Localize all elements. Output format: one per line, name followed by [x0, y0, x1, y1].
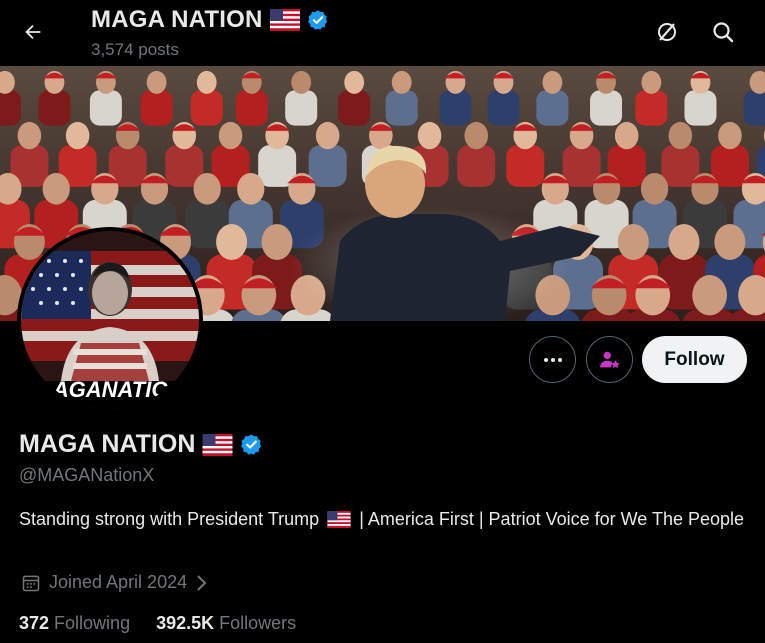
more-dots-icon — [543, 357, 562, 362]
us-flag-icon — [327, 511, 351, 528]
search-icon — [713, 22, 734, 43]
grok-button[interactable] — [648, 13, 686, 51]
chevron-right-icon — [197, 574, 207, 591]
avatar-text: AGANATIC — [52, 377, 169, 402]
person-star-icon — [599, 351, 620, 368]
followers-label: Followers — [219, 613, 297, 633]
more-button[interactable] — [529, 336, 576, 383]
posts-count: 3,574 posts — [91, 40, 179, 59]
bio-text-part1: Standing strong with President Trump — [19, 509, 320, 529]
follow-button[interactable]: Follow — [642, 336, 747, 383]
search-button[interactable] — [704, 13, 742, 51]
us-flag-icon — [269, 9, 300, 31]
joined-row[interactable]: Joined April 2024 — [21, 572, 207, 593]
header-title: MAGA NATION — [91, 6, 263, 33]
calendar-icon — [22, 575, 40, 591]
profile-header: MAGA NATION 3,574 posts — [0, 0, 765, 66]
avatar-image: AGANATIC — [21, 231, 199, 409]
profile-handle: @MAGANationX — [19, 465, 155, 485]
verified-badge-icon — [307, 10, 327, 30]
us-flag-icon — [202, 433, 233, 456]
back-button[interactable] — [14, 13, 52, 51]
follow-stats: 372 Following 392.5K Followers — [19, 613, 296, 634]
header-title-row: MAGA NATION — [91, 6, 329, 34]
following-count: 372 — [19, 613, 50, 633]
bio-text-part2: | America First | Patriot Voice for We T… — [359, 509, 745, 529]
following-stat[interactable]: 372 Following — [19, 613, 130, 634]
followers-stat[interactable]: 392.5K Followers — [156, 613, 296, 634]
arrow-left-icon — [25, 24, 41, 40]
following-label: Following — [54, 613, 131, 633]
profile-avatar[interactable]: AGANATIC — [17, 227, 203, 413]
grok-icon — [658, 23, 676, 41]
verified-badge-icon[interactable] — [240, 433, 263, 456]
profile-name: MAGA NATION — [19, 430, 196, 458]
subscribe-button[interactable] — [586, 336, 633, 383]
profile-bio: Standing strong with President Trump | A… — [19, 506, 749, 532]
followers-count: 392.5K — [156, 613, 215, 633]
joined-date: Joined April 2024 — [49, 572, 188, 592]
profile-name-row: MAGA NATION — [19, 430, 263, 459]
